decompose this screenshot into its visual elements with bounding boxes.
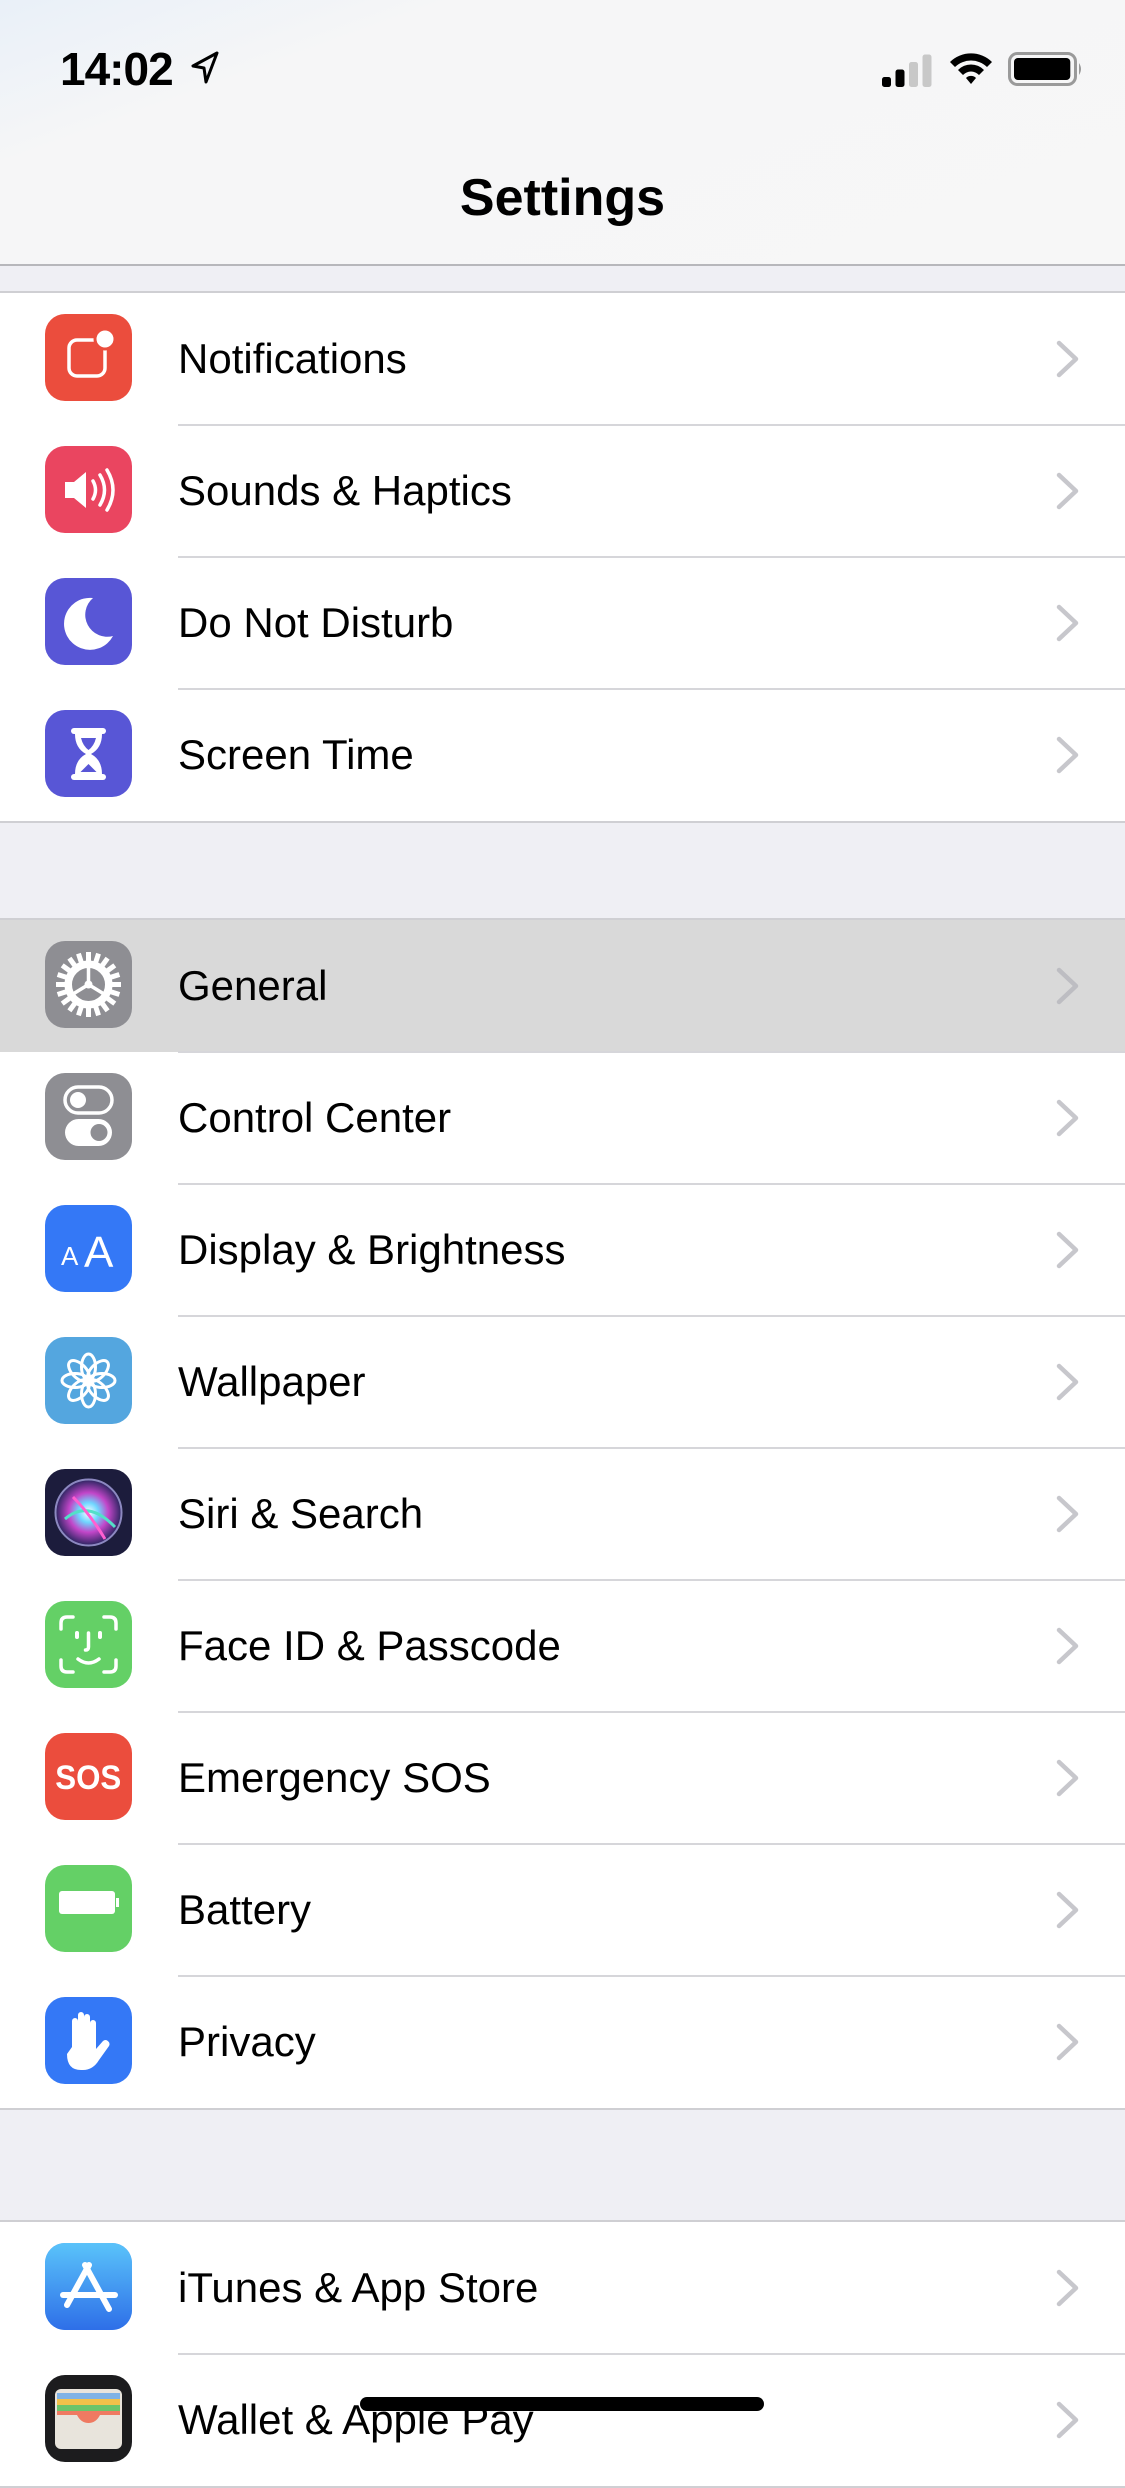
- settings-row-label: Notifications: [178, 335, 407, 382]
- settings-row-label: Privacy: [178, 2018, 316, 2065]
- wifi-icon: [950, 53, 992, 84]
- settings-row-label: Battery: [178, 1886, 312, 1933]
- navigation-header: 14:02 Settings: [0, 0, 1125, 266]
- settings-row-notifications[interactable]: Notifications: [0, 293, 1125, 426]
- chevron-right-icon: [1056, 1891, 1079, 1929]
- settings-row-general[interactable]: General: [0, 920, 1125, 1053]
- svg-text:A: A: [61, 1241, 79, 1271]
- moon-icon: [45, 578, 132, 665]
- chevron-right-icon: [1056, 1363, 1079, 1401]
- notifications-icon: [45, 314, 132, 401]
- text-size-icon: AA: [45, 1205, 132, 1292]
- signal-icon: [882, 54, 932, 87]
- chevron-right-icon: [1056, 2401, 1079, 2439]
- settings-row-battery[interactable]: Battery: [0, 1844, 1125, 1977]
- settings-row-label: Do Not Disturb: [178, 599, 454, 646]
- location-arrow-icon: [191, 51, 219, 84]
- face-id-icon: [45, 1601, 132, 1688]
- siri-icon: [45, 1469, 132, 1556]
- hand-icon: [45, 1997, 132, 2084]
- status-bar: 14:02: [0, 0, 1125, 132]
- settings-row-control-center[interactable]: Control Center: [0, 1052, 1125, 1185]
- svg-text:A: A: [84, 1228, 114, 1277]
- speaker-icon: [45, 446, 132, 533]
- app-store-icon: [45, 2243, 132, 2330]
- settings-row-do-not-disturb[interactable]: Do Not Disturb: [0, 557, 1125, 690]
- chevron-right-icon: [1056, 736, 1079, 774]
- settings-row-label: Emergency SOS: [178, 1754, 491, 1801]
- chevron-right-icon: [1056, 1495, 1079, 1533]
- chevron-right-icon: [1056, 1231, 1079, 1269]
- settings-row-label: General: [178, 962, 328, 1009]
- settings-row-itunes-and-app-store[interactable]: iTunes & App Store: [0, 2222, 1125, 2355]
- svg-text:SOS: SOS: [55, 1758, 121, 1797]
- hourglass-icon: [45, 710, 132, 797]
- settings-row-label: Siri & Search: [178, 1490, 424, 1537]
- signal-bar: [882, 77, 891, 87]
- settings-row-label: Control Center: [178, 1094, 452, 1141]
- settings-row-wallet-and-apple-pay[interactable]: Wallet & Apple Pay: [0, 2354, 1125, 2486]
- settings-row-privacy[interactable]: Privacy: [0, 1976, 1125, 2108]
- chevron-right-icon: [1056, 1099, 1079, 1137]
- settings-row-face-id-and-passcode[interactable]: Face ID & Passcode: [0, 1580, 1125, 1713]
- wallet-icon: [45, 2375, 132, 2462]
- settings-row-label: Screen Time: [178, 731, 414, 778]
- settings-row-sounds-and-haptics[interactable]: Sounds & Haptics: [0, 425, 1125, 558]
- chevron-right-icon: [1056, 2023, 1079, 2061]
- chevron-right-icon: [1056, 1759, 1079, 1797]
- chevron-right-icon: [1056, 967, 1079, 1005]
- toggles-icon: [45, 1073, 132, 1160]
- settings-group: General Control Center A A Display & Brightn…: [0, 918, 1125, 2110]
- settings-row-emergency-sos[interactable]: SOS Emergency SOS: [0, 1712, 1125, 1845]
- chevron-right-icon: [1056, 1627, 1079, 1665]
- battery-icon: [45, 1865, 132, 1952]
- settings-row-display-and-brightness[interactable]: A A Display & Brightness: [0, 1184, 1125, 1317]
- chevron-right-icon: [1056, 340, 1079, 378]
- gear-icon: [45, 941, 132, 1028]
- signal-bar: [922, 54, 932, 87]
- settings-row-label: iTunes & App Store: [178, 2264, 539, 2311]
- chevron-right-icon: [1056, 604, 1079, 642]
- status-time: 14:02: [60, 43, 174, 95]
- settings-row-screen-time[interactable]: Screen Time: [0, 689, 1125, 821]
- settings-row-label: Display & Brightness: [178, 1226, 566, 1273]
- settings-group: iTunes & App Store Wallet & Apple Pay: [0, 2220, 1125, 2488]
- chevron-right-icon: [1056, 2269, 1079, 2307]
- chevron-right-icon: [1056, 472, 1079, 510]
- flower-icon: [45, 1337, 132, 1424]
- settings-row-label: Wallpaper: [178, 1358, 366, 1405]
- settings-row-label: Sounds & Haptics: [178, 467, 512, 514]
- settings-group: Notifications Sounds & Haptics Do Not Dist…: [0, 291, 1125, 823]
- battery-icon: [1008, 52, 1081, 86]
- signal-bar: [909, 62, 918, 87]
- home-indicator[interactable]: [360, 2397, 764, 2411]
- settings-row-wallpaper[interactable]: Wallpaper: [0, 1316, 1125, 1449]
- page-title: Settings: [459, 169, 666, 227]
- settings-row-siri-and-search[interactable]: Siri & Search: [0, 1448, 1125, 1581]
- settings-row-label: Face ID & Passcode: [178, 1622, 561, 1669]
- sos-icon: SOS: [45, 1733, 132, 1820]
- signal-bar: [895, 69, 905, 87]
